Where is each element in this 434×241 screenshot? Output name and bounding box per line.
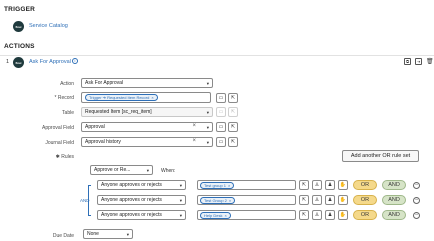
action-name-link[interactable]: Ask For Approval <box>29 59 71 65</box>
approval-field-select[interactable]: Approval × ▾ <box>81 122 213 132</box>
group-icon[interactable]: ♟ <box>325 195 335 205</box>
record-label: * Record <box>54 95 74 101</box>
group-pill-text: Help Desk <box>204 212 223 218</box>
group-pill[interactable]: Test Group 2 × <box>200 196 236 204</box>
manual-icon[interactable]: ✋ <box>338 195 348 205</box>
condition-select-value: Approve or Re... <box>94 167 131 173</box>
data-pill-picker-icon[interactable]: ⇱ <box>228 122 238 132</box>
chevron-down-icon: ▾ <box>179 212 182 218</box>
due-date-label: Due Date <box>52 233 74 239</box>
and-button[interactable]: AND <box>382 210 406 220</box>
table-field: Requested Item [sc_req_item] ▾ <box>81 107 213 117</box>
user-icon[interactable]: ♙ <box>312 210 322 220</box>
close-icon[interactable]: × <box>229 198 231 203</box>
chevron-down-icon: ▾ <box>146 167 149 173</box>
data-pill-picker-icon[interactable]: ⇱ <box>299 195 309 205</box>
rule-mode-select[interactable]: Anyone approves or rejects ▾ <box>97 210 186 220</box>
rules-label: ✱ Rules <box>55 154 74 160</box>
remove-rule-icon[interactable]: − <box>413 212 420 219</box>
action-select[interactable]: Ask For Approval ▾ <box>81 78 213 88</box>
rule-group-field[interactable]: Test Group 2 × <box>197 195 296 205</box>
remove-rule-icon[interactable]: − <box>413 182 420 189</box>
group-pill[interactable]: Test group 1 × <box>200 181 235 189</box>
or-button[interactable]: OR <box>353 180 377 190</box>
due-date-select[interactable]: None ▾ <box>83 229 133 239</box>
table-label: Table <box>62 110 74 116</box>
record-field[interactable]: Trigger ➔ Requested Item Record × <box>81 92 211 103</box>
copy-icon[interactable]: ⧉ <box>404 58 411 65</box>
rule-group-field[interactable]: Test group 1 × <box>197 180 296 190</box>
info-icon[interactable]: i <box>72 58 78 64</box>
chevron-down-icon: ▾ <box>179 197 182 203</box>
approval-field-value: Approval <box>85 124 105 130</box>
close-icon[interactable]: × <box>228 183 230 188</box>
when-label: When: <box>161 168 176 174</box>
add-or-rule-set-button[interactable]: Add another OR rule set <box>342 150 419 162</box>
manual-icon[interactable]: ✋ <box>338 180 348 190</box>
and-button[interactable]: AND <box>382 195 406 205</box>
approval-field-label: Approval Field <box>42 125 74 131</box>
user-icon[interactable]: ♙ <box>312 180 322 190</box>
record-pill-text: Trigger ➔ Requested Item Record <box>89 95 150 100</box>
flow-logo-icon: flow <box>13 21 24 32</box>
clear-icon[interactable]: × <box>192 138 196 144</box>
group-pill[interactable]: Help Desk × <box>200 211 231 219</box>
chevron-down-icon: ▾ <box>126 231 129 237</box>
close-icon[interactable]: × <box>151 95 153 100</box>
rule-mode-select[interactable]: Anyone approves or rejects ▾ <box>97 195 186 205</box>
group-icon[interactable]: ♟ <box>325 210 335 220</box>
record-pill[interactable]: Trigger ➔ Requested Item Record × <box>85 94 158 101</box>
and-button[interactable]: AND <box>382 180 406 190</box>
rule-group-field[interactable]: Help Desk × <box>197 210 296 220</box>
chevron-down-icon: ▾ <box>206 109 209 115</box>
due-date-value: None <box>87 231 99 237</box>
group-pill-text: Test Group 2 <box>204 197 227 203</box>
remove-rule-icon[interactable]: − <box>413 197 420 204</box>
trash-icon[interactable]: 🗑 <box>426 58 434 66</box>
data-pill-picker-icon[interactable]: ⇱ <box>299 180 309 190</box>
folder-icon: ▭ <box>216 107 226 117</box>
rule-mode-value: Anyone approves or rejects <box>101 197 162 203</box>
or-button[interactable]: OR <box>353 195 377 205</box>
chevron-down-icon: ▾ <box>206 124 209 130</box>
journal-field-value: Approval history <box>85 139 121 145</box>
journal-field-select[interactable]: Approval history × ▾ <box>81 137 213 147</box>
step-number: 1 <box>6 59 10 65</box>
rule-mode-value: Anyone approves or rejects <box>101 212 162 218</box>
group-pill-text: Test group 1 <box>204 182 227 188</box>
trigger-name-link[interactable]: Service Catalog <box>29 23 68 29</box>
journal-field-label: Journal Field <box>45 140 74 146</box>
chevron-down-icon: ▾ <box>206 139 209 145</box>
chevron-down-icon: ▾ <box>179 182 182 188</box>
trigger-heading: TRIGGER <box>4 6 36 13</box>
rule-mode-select[interactable]: Anyone approves or rejects ▾ <box>97 180 186 190</box>
rule-mode-value: Anyone approves or rejects <box>101 182 162 188</box>
export-icon[interactable]: ⇥ <box>415 58 422 65</box>
flow-logo-icon: flow <box>13 57 24 68</box>
user-icon[interactable]: ♙ <box>312 195 322 205</box>
data-pill-picker-icon[interactable]: ⇱ <box>299 210 309 220</box>
chevron-down-icon: ▾ <box>206 80 209 86</box>
action-label: Action <box>60 81 74 87</box>
actions-heading: ACTIONS <box>4 43 35 50</box>
condition-select[interactable]: Approve or Re... ▾ <box>90 165 153 175</box>
group-icon[interactable]: ♟ <box>325 180 335 190</box>
clear-icon[interactable]: × <box>192 123 196 129</box>
and-label: AND <box>80 198 90 203</box>
folder-icon[interactable]: ▭ <box>216 122 226 132</box>
data-pill-picker-icon[interactable]: ⇱ <box>228 93 238 103</box>
folder-icon[interactable]: ▭ <box>216 137 226 147</box>
close-icon[interactable]: × <box>224 213 226 218</box>
or-button[interactable]: OR <box>353 210 377 220</box>
data-pill-picker-icon[interactable]: ⇱ <box>228 137 238 147</box>
action-select-value: Ask For Approval <box>85 80 124 86</box>
manual-icon[interactable]: ✋ <box>338 210 348 220</box>
folder-icon[interactable]: ▭ <box>216 93 226 103</box>
data-pill-picker-icon: ⇱ <box>228 107 238 117</box>
table-field-value: Requested Item [sc_req_item] <box>85 109 152 115</box>
